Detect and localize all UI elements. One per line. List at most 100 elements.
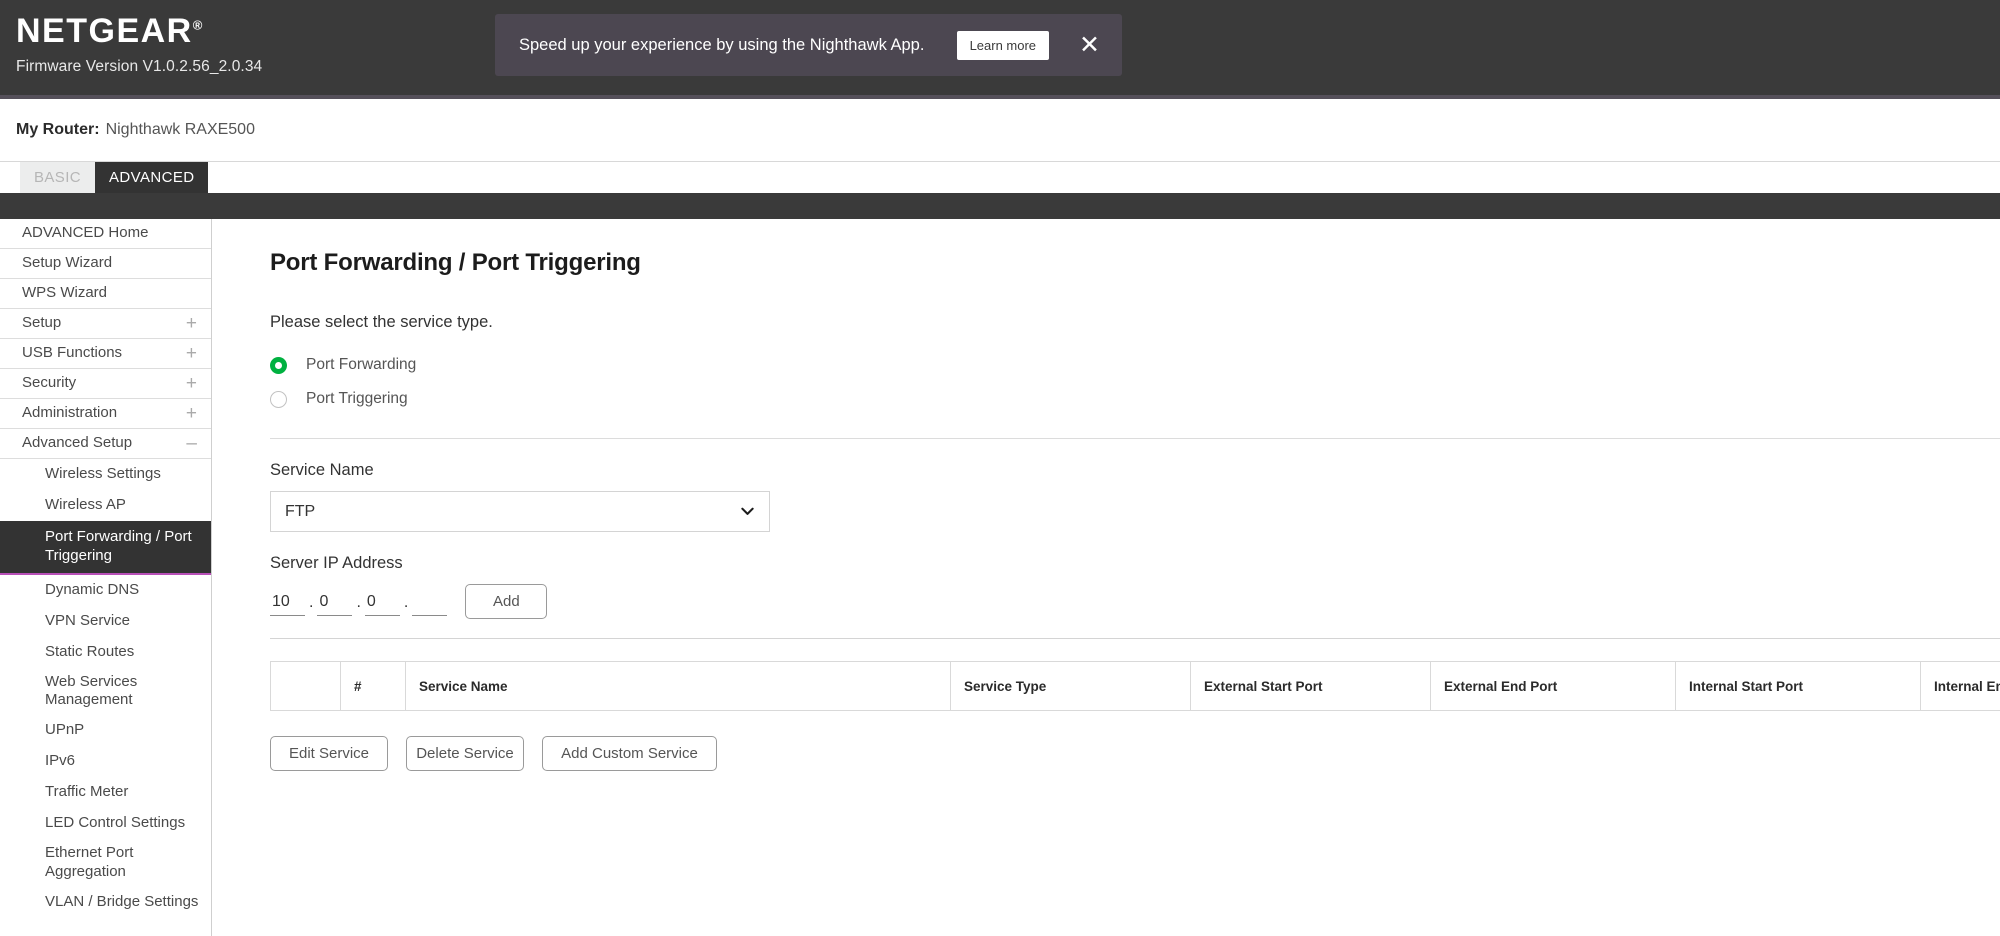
close-icon[interactable]: ✕ [1075,32,1104,58]
sidebar-item-label: Traffic Meter [45,783,129,801]
sidebar-item-label: Wireless AP [45,496,126,514]
column-header-: # [340,661,406,711]
column-header-select [270,661,341,711]
sidebar-item-vlan-bridge-settings[interactable]: VLAN / Bridge Settings [0,887,211,918]
sidebar-item-static-routes[interactable]: Static Routes [0,637,211,668]
column-header-service-name: Service Name [405,661,951,711]
sidebar-item-label: Web Services Management [45,672,138,709]
ip-separator-2: . [356,594,361,611]
radio-port-forwarding[interactable]: Port Forwarding [270,348,2000,382]
ip-separator-3: . [403,594,409,611]
netgear-logo-text: NETGEAR [16,12,193,50]
sidebar-item-wireless-settings[interactable]: Wireless Settings [0,459,211,490]
tab-advanced[interactable]: ADVANCED [95,162,209,193]
tab-basic[interactable]: BASIC [20,162,96,193]
sidebar-item-label: Setup [22,314,62,332]
sidebar-item-label: Advanced Setup [22,434,133,452]
service-name-value: FTP [285,502,316,520]
sidebar-item-label: USB Functions [22,344,123,362]
nav-strip [0,193,2000,219]
sidebar-item-usb-functions[interactable]: USB Functions + [0,339,211,369]
column-header-service-type: Service Type [950,661,1191,711]
service-action-buttons: Edit Service Delete Service Add Custom S… [270,736,2000,771]
sidebar-item-wps-wizard[interactable]: WPS Wizard [0,279,211,309]
sidebar-item-security[interactable]: Security + [0,369,211,399]
sidebar-item-label: Security [22,374,77,392]
sidebar-item-label: IPv6 [45,752,76,770]
chevron-down-icon [741,507,754,515]
router-label: My Router: [16,121,100,138]
sidebar-item-label: VLAN / Bridge Settings [45,892,199,910]
router-model-name: Nighthawk RAXE500 [105,121,255,138]
ip-octet-4[interactable] [412,593,448,616]
sidebar-item-label: VPN Service [45,611,131,629]
column-header-external-end-port: External End Port [1430,661,1676,711]
page-layout: ADVANCED Home Setup Wizard WPS Wizard Setup… [0,219,2000,936]
ip-octet-2[interactable] [317,593,353,616]
service-table-wrap: # Service Name Service Type External Start … [270,638,2000,711]
expand-plus-icon[interactable]: + [186,404,201,423]
service-name-select[interactable]: FTP [270,491,770,532]
sidebar-item-setup[interactable]: Setup + [0,309,211,339]
column-header-internal-end-port: Internal End Port [1920,661,2000,711]
mode-tabs: BASIC ADVANCED [0,162,2000,193]
learn-more-button[interactable]: Learn more [956,30,1050,60]
service-type-prompt: Please select the service type. [270,313,493,331]
radio-port-forwarding-indicator[interactable] [270,356,287,374]
collapse-minus-icon[interactable]: – [186,434,201,453]
service-table-header-row: # Service Name Service Type External Start … [270,661,2000,711]
registered-trademark-icon: ® [192,17,203,33]
brand-block: NETGEAR® Firmware Version V1.0.2.56_2.0.… [16,14,262,76]
page-title: Port Forwarding / Port Triggering [270,249,641,276]
sidebar-item-traffic-meter[interactable]: Traffic Meter [0,777,211,808]
app-header: NETGEAR® Firmware Version V1.0.2.56_2.0.… [0,0,2000,99]
sidebar-item-label: Port Forwarding / Port Triggering [45,528,192,564]
sidebar-item-wireless-ap[interactable]: Wireless AP [0,490,211,521]
delete-service-button[interactable]: Delete Service [406,736,524,771]
expand-plus-icon[interactable]: + [186,344,201,363]
ip-octet-3[interactable] [364,593,400,616]
radio-port-triggering-indicator[interactable] [270,390,287,408]
radio-port-triggering[interactable]: Port Triggering [270,382,2000,416]
ip-octet-1[interactable] [270,593,305,616]
router-name-bar: My Router: Nighthawk RAXE500 [0,99,2000,162]
expand-plus-icon[interactable]: + [186,314,201,333]
radio-port-forwarding-label: Port Forwarding [306,356,417,373]
server-ip-row: . . . Add [270,584,2000,619]
service-name-label: Service Name [270,461,374,479]
sidebar-item-vpn-service[interactable]: VPN Service [0,606,211,637]
sidebar-item-label: Wireless Settings [45,465,161,483]
column-header-external-start-port: External Start Port [1190,661,1431,711]
server-ip-label: Server IP Address [270,554,403,572]
sidebar-item-label: Ethernet Port Aggregation [45,844,134,880]
service-table: # Service Name Service Type External Start … [270,661,2000,711]
promo-message: Speed up your experience by using the Ni… [519,35,925,54]
sidebar-item-advanced-home[interactable]: ADVANCED Home [0,219,211,249]
sidebar-item-web-services-management[interactable]: Web Services Management [0,668,211,716]
ip-separator-1: . [309,594,314,611]
sidebar-item-label: ADVANCED Home [22,224,149,242]
sidebar-item-upnp[interactable]: UPnP [0,715,211,746]
sidebar-item-dynamic-dns[interactable]: Dynamic DNS [0,575,211,606]
column-header-internal-start-port: Internal Start Port [1675,661,1921,711]
sidebar-item-label: Setup Wizard [22,254,113,272]
sidebar-item-setup-wizard[interactable]: Setup Wizard [0,249,211,279]
promo-banner: Speed up your experience by using the Ni… [495,14,1122,76]
radio-port-triggering-label: Port Triggering [306,390,408,407]
sidebar-item-led-control-settings[interactable]: LED Control Settings [0,808,211,839]
divider-1 [270,438,2000,439]
edit-service-button[interactable]: Edit Service [270,736,388,771]
sidebar-item-label: UPnP [45,721,85,739]
firmware-version: Firmware Version V1.0.2.56_2.0.34 [16,58,263,75]
sidebar-item-label: LED Control Settings [45,814,186,832]
add-button[interactable]: Add [465,584,548,619]
expand-plus-icon[interactable]: + [186,374,201,393]
sidebar-item-advanced-setup[interactable]: Advanced Setup – [0,429,211,459]
add-custom-service-button[interactable]: Add Custom Service [542,736,717,771]
sidebar-item-ipv6[interactable]: IPv6 [0,746,211,777]
sidebar-item-port-forwarding-port-triggering[interactable]: Port Forwarding / Port Triggering [0,521,211,575]
netgear-logo: NETGEAR® [16,14,262,48]
sidebar-item-ethernet-port-aggregation[interactable]: Ethernet Port Aggregation [0,839,211,887]
sidebar-item-label: WPS Wizard [22,284,108,302]
sidebar-item-administration[interactable]: Administration + [0,399,211,429]
